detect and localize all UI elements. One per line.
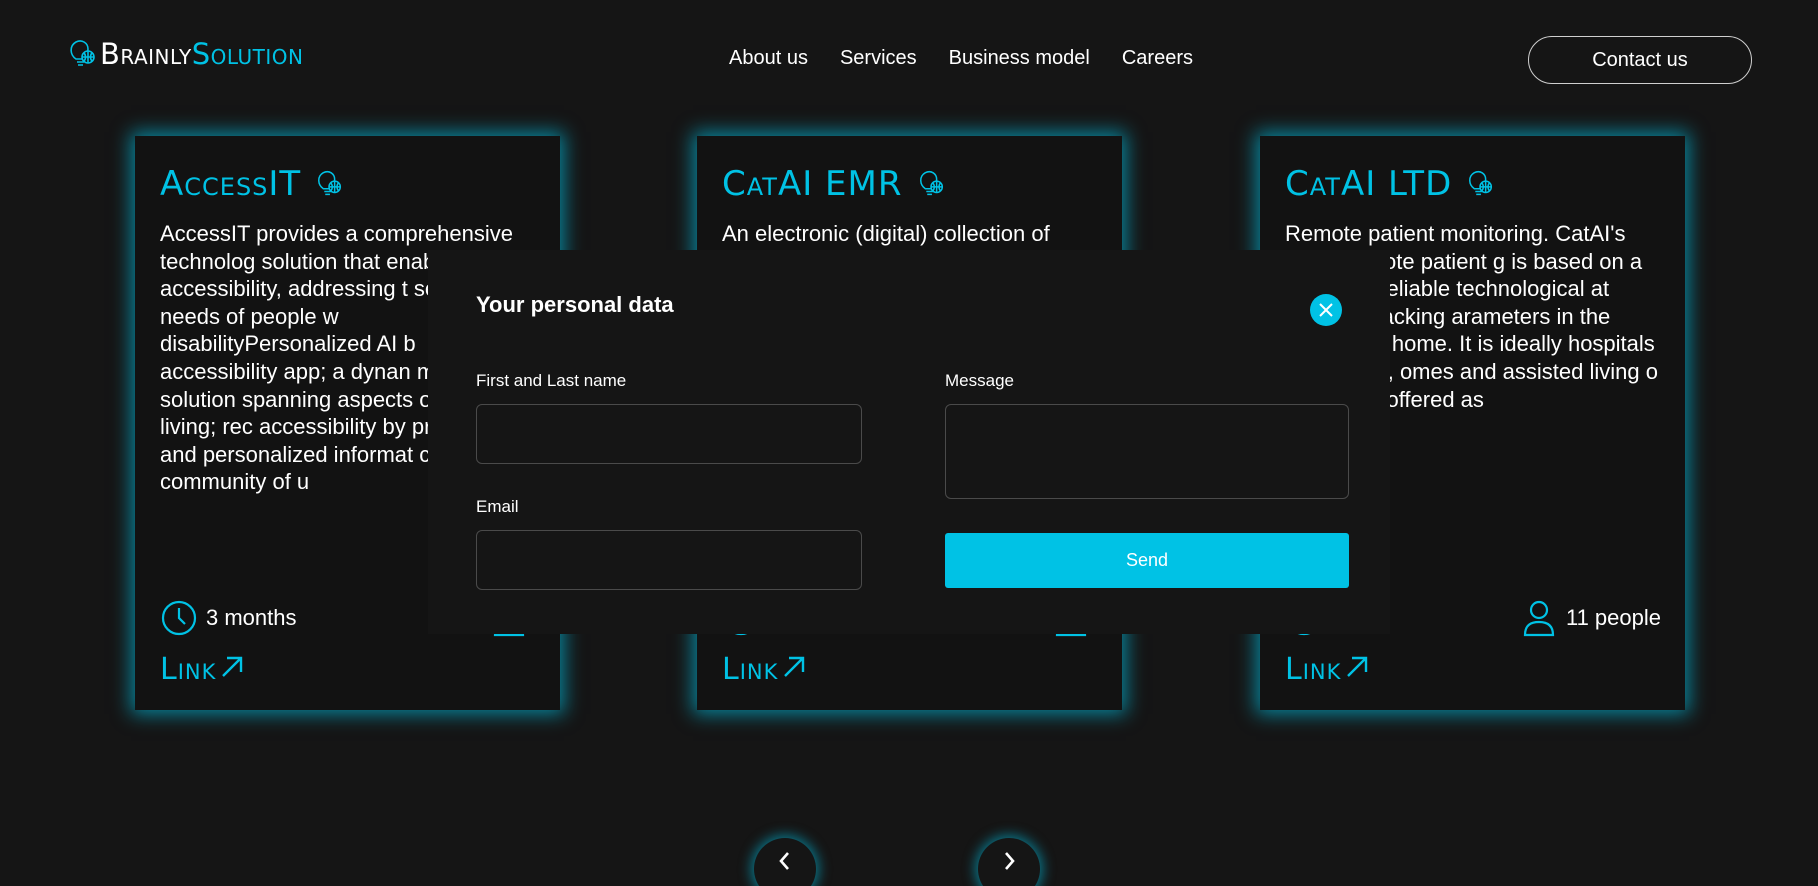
main-nav: About us Services Business model Careers [729, 46, 1225, 70]
chevron-right-icon [1005, 852, 1015, 870]
lightbulb-icon [318, 171, 342, 196]
card-link-label: Link [1285, 652, 1342, 687]
lightbulb-icon [1469, 171, 1493, 196]
previous-button[interactable] [754, 838, 816, 886]
logo-text: BrainlySolution [100, 36, 304, 72]
close-button[interactable] [1310, 294, 1342, 326]
arrow-up-right-icon [784, 656, 805, 677]
modal-title: Your personal data [476, 292, 674, 317]
card-link[interactable]: Link [160, 652, 246, 687]
card-link[interactable]: Link [722, 652, 808, 687]
card-title: CatAI LTD [1285, 164, 1453, 204]
logo[interactable]: BrainlySolution [66, 36, 304, 72]
arrow-up-right-icon [1347, 656, 1368, 677]
message-input[interactable] [945, 404, 1349, 499]
card-link[interactable]: Link [1285, 652, 1371, 687]
logo-text-part2: Solution [191, 37, 304, 71]
nav-link-services[interactable]: Services [840, 46, 917, 70]
duration: 3 months [160, 599, 297, 637]
message-label: Message [945, 371, 1014, 390]
email-input[interactable] [476, 530, 862, 590]
send-button[interactable]: Send [945, 533, 1349, 588]
page: BrainlySolution About us Services Busine… [0, 0, 1818, 886]
card-title: AccessIT [160, 164, 302, 204]
contact-us-button[interactable]: Contact us [1528, 36, 1752, 84]
card-title: CatAI EMR [722, 164, 903, 204]
personal-data-modal: Your personal data First and Last name E… [428, 250, 1390, 634]
nav-link-careers[interactable]: Careers [1122, 46, 1193, 70]
chevron-left-icon [779, 852, 789, 870]
team-size: 11 people [1520, 599, 1661, 637]
next-button[interactable] [978, 838, 1040, 886]
team-size-text: 11 people [1565, 605, 1661, 630]
arrow-up-right-icon [222, 656, 243, 677]
name-label: First and Last name [476, 371, 627, 390]
email-label: Email [476, 497, 519, 516]
duration-text: 3 months [206, 605, 297, 630]
card-description: An electronic (digital) collection of [722, 221, 1050, 246]
name-input[interactable] [476, 404, 862, 464]
card-link-label: Link [722, 652, 779, 687]
logo-text-part1: Brainly [100, 37, 192, 71]
card-link-label: Link [160, 652, 217, 687]
lightbulb-icon [919, 171, 943, 196]
clock-icon [161, 600, 197, 636]
nav-link-about-us[interactable]: About us [729, 46, 808, 70]
close-icon [1319, 303, 1333, 317]
nav-link-business-model[interactable]: Business model [949, 46, 1090, 70]
lightbulb-logo-icon [70, 40, 95, 66]
person-icon [1523, 600, 1555, 637]
